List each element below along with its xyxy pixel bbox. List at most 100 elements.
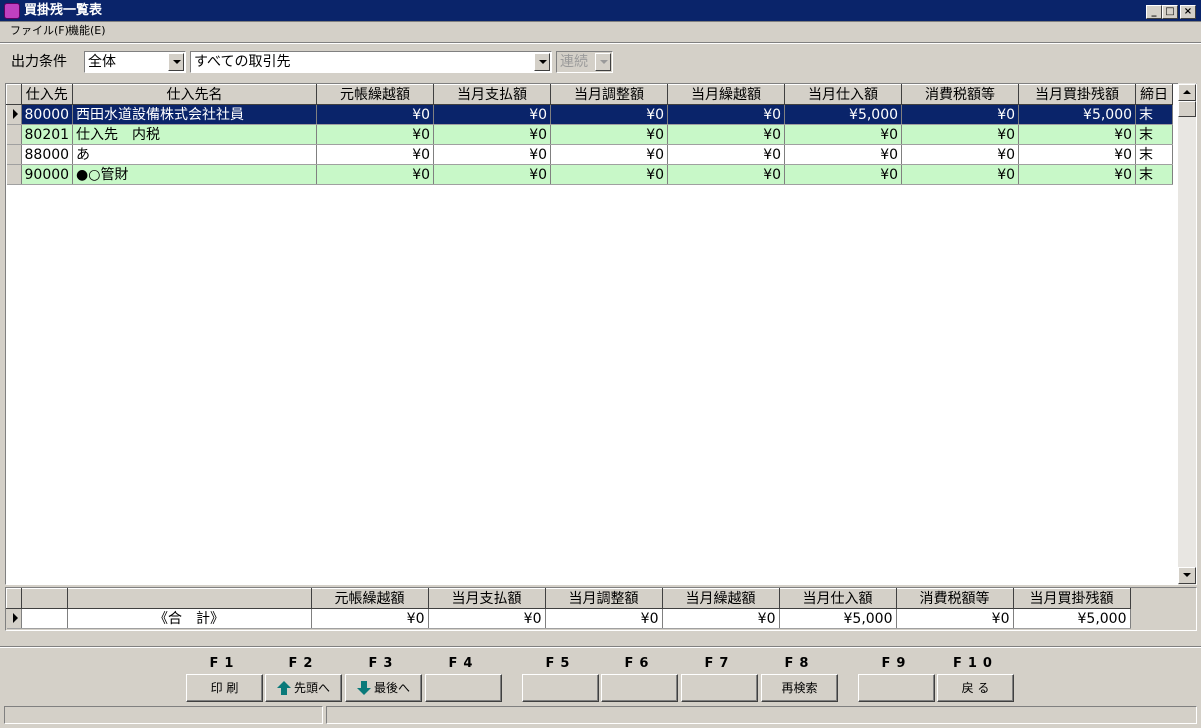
col-header-carry[interactable]: 当月繰越額 [667, 84, 786, 105]
totals-label-header [66, 588, 312, 609]
fkey-label-f2: F2 [288, 656, 319, 671]
col-header-balance[interactable]: 当月買掛残額 [1018, 84, 1137, 105]
status-pane-2 [326, 706, 1197, 724]
table-row[interactable]: 90000 ●○管財 ¥0 ¥0 ¥0 ¥0 ¥0 ¥0 ¥0 末 [6, 164, 1174, 185]
cell-tax[interactable]: ¥0 [901, 124, 1020, 145]
fkey-label-f8: F8 [784, 656, 815, 671]
scroll-thumb[interactable] [1178, 101, 1196, 117]
last-record-button[interactable]: 最後へ [345, 674, 422, 702]
maximize-button[interactable]: □ [1162, 5, 1178, 19]
cell-name[interactable]: 仕入先 内税 [72, 124, 318, 145]
fkey-label-f4: F4 [448, 656, 479, 671]
row-indicator[interactable] [6, 164, 22, 185]
chevron-down-icon[interactable] [534, 53, 550, 71]
cell-paid[interactable]: ¥0 [433, 164, 552, 185]
cell-code[interactable]: 88000 [21, 144, 74, 165]
cell-carry[interactable]: ¥0 [667, 164, 786, 185]
cell-carry[interactable]: ¥0 [667, 124, 786, 145]
scroll-up-button[interactable] [1178, 84, 1196, 101]
table-row[interactable]: 80000 西田水道設備株式会社社員 ¥0 ¥0 ¥0 ¥0 ¥5,000 ¥0… [6, 104, 1174, 125]
cell-purchase[interactable]: ¥0 [784, 164, 903, 185]
totals-adjust: ¥0 [545, 608, 663, 629]
cell-tax[interactable]: ¥0 [901, 144, 1020, 165]
cell-carry[interactable]: ¥0 [667, 144, 786, 165]
menu-function[interactable]: 機能(E) [68, 24, 106, 38]
cell-close[interactable]: 末 [1135, 144, 1174, 165]
table-row[interactable]: 88000 あ ¥0 ¥0 ¥0 ¥0 ¥0 ¥0 ¥0 末 [6, 144, 1174, 165]
cell-purchase[interactable]: ¥0 [784, 124, 903, 145]
row-indicator-header [6, 84, 22, 105]
cell-purchase[interactable]: ¥5,000 [784, 104, 903, 125]
balance-grid[interactable]: 仕入先 仕入先名 元帳繰越額 当月支払額 当月調整額 当月繰越額 当月仕入額 消… [5, 83, 1197, 585]
cell-tax[interactable]: ¥0 [901, 164, 1020, 185]
research-button[interactable]: 再検索 [761, 674, 838, 702]
cell-ledger[interactable]: ¥0 [316, 164, 435, 185]
cell-close[interactable]: 末 [1135, 124, 1174, 145]
minimize-button[interactable]: _ [1146, 5, 1162, 19]
row-indicator [6, 608, 22, 629]
print-button[interactable]: 印 刷 [186, 674, 263, 702]
cell-adjust[interactable]: ¥0 [550, 124, 669, 145]
cell-name[interactable]: 西田水道設備株式会社社員 [72, 104, 318, 125]
scroll-down-button[interactable] [1178, 567, 1196, 584]
chevron-down-icon[interactable] [168, 53, 184, 71]
menu-file[interactable]: ファイル(F) [10, 24, 69, 38]
menu-divider [0, 42, 1201, 44]
col-header-purchase[interactable]: 当月仕入額 [784, 84, 903, 105]
f6-button[interactable] [601, 674, 678, 702]
totals-purchase: ¥5,000 [779, 608, 897, 629]
grid-header-row: 仕入先 仕入先名 元帳繰越額 当月支払額 当月調整額 当月繰越額 当月仕入額 消… [6, 84, 1174, 105]
cell-name[interactable]: ●○管財 [72, 164, 318, 185]
f9-button[interactable] [858, 674, 935, 702]
col-header-adjust[interactable]: 当月調整額 [550, 84, 669, 105]
totals-header-row: 元帳繰越額 当月支払額 当月調整額 当月繰越額 当月仕入額 消費税額等 当月買掛… [6, 588, 1131, 609]
cell-paid[interactable]: ¥0 [433, 104, 552, 125]
row-indicator[interactable] [6, 104, 22, 125]
cell-balance[interactable]: ¥0 [1018, 164, 1137, 185]
cell-name[interactable]: あ [72, 144, 318, 165]
col-header-code[interactable]: 仕入先 [20, 84, 74, 105]
cell-purchase[interactable]: ¥0 [784, 144, 903, 165]
fkey-label-f3: F3 [368, 656, 399, 671]
fkey-label-f1: F1 [209, 656, 240, 671]
cell-ledger[interactable]: ¥0 [316, 124, 435, 145]
cell-code[interactable]: 80000 [21, 104, 74, 125]
col-header-paid[interactable]: 当月支払額 [433, 84, 552, 105]
cell-paid[interactable]: ¥0 [433, 124, 552, 145]
close-button[interactable]: × [1180, 5, 1196, 19]
cell-code[interactable]: 80201 [21, 124, 74, 145]
cell-ledger[interactable]: ¥0 [316, 104, 435, 125]
f4-button[interactable] [425, 674, 502, 702]
row-indicator[interactable] [6, 124, 22, 145]
f7-button[interactable] [681, 674, 758, 702]
cell-adjust[interactable]: ¥0 [550, 104, 669, 125]
cell-balance[interactable]: ¥5,000 [1018, 104, 1137, 125]
cell-close[interactable]: 末 [1135, 164, 1174, 185]
last-record-button-label: 最後へ [373, 681, 410, 695]
row-indicator[interactable] [6, 144, 22, 165]
first-record-button[interactable]: 先頭へ [265, 674, 342, 702]
col-header-name[interactable]: 仕入先名 [72, 84, 318, 105]
col-header-close[interactable]: 締日 [1135, 84, 1174, 105]
cell-close[interactable]: 末 [1135, 104, 1174, 125]
cell-adjust[interactable]: ¥0 [550, 144, 669, 165]
app-icon[interactable] [4, 3, 20, 19]
totals-header-carry: 当月繰越額 [661, 588, 780, 609]
cell-balance[interactable]: ¥0 [1018, 144, 1137, 165]
cell-ledger[interactable]: ¥0 [316, 144, 435, 165]
cell-tax[interactable]: ¥0 [901, 104, 1020, 125]
f5-button[interactable] [522, 674, 599, 702]
cell-code[interactable]: 90000 [21, 164, 74, 185]
cell-carry[interactable]: ¥0 [667, 104, 786, 125]
table-row[interactable]: 80201 仕入先 内税 ¥0 ¥0 ¥0 ¥0 ¥0 ¥0 ¥0 末 [6, 124, 1174, 145]
cell-adjust[interactable]: ¥0 [550, 164, 669, 185]
vertical-scrollbar[interactable] [1178, 83, 1196, 585]
back-button[interactable]: 戻 る [937, 674, 1014, 702]
supplier-select[interactable]: すべての取引先 [190, 51, 552, 73]
col-header-tax[interactable]: 消費税額等 [901, 84, 1020, 105]
totals-indicator-header [6, 588, 22, 609]
scope-select[interactable]: 全体 [84, 51, 186, 73]
col-header-ledger[interactable]: 元帳繰越額 [316, 84, 435, 105]
cell-paid[interactable]: ¥0 [433, 144, 552, 165]
cell-balance[interactable]: ¥0 [1018, 124, 1137, 145]
